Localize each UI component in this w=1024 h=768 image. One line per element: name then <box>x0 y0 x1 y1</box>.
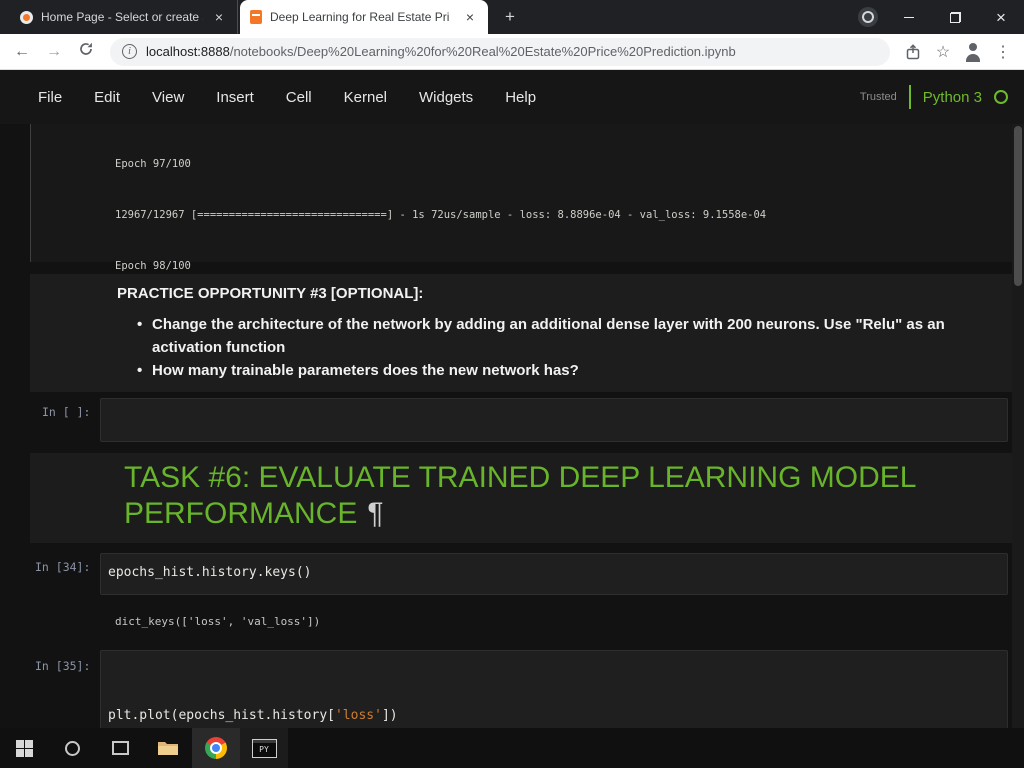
page-scrollbar[interactable] <box>1012 124 1024 728</box>
anchor-icon[interactable]: ¶ <box>367 497 383 530</box>
cell-prompt: In [ ]: <box>42 405 91 419</box>
cell-prompt: In [34]: <box>35 560 91 574</box>
terminal-label: PY <box>259 744 269 754</box>
menu-cell[interactable]: Cell <box>286 89 312 106</box>
share-icon <box>906 43 920 59</box>
folder-icon <box>158 742 178 755</box>
code-input[interactable] <box>100 398 1008 442</box>
practice-bullet: How many trainable parameters does the n… <box>137 359 967 382</box>
tab-title: Deep Learning for Real Estate Pri <box>270 10 450 24</box>
bookmark-button[interactable]: ☆ <box>928 42 958 62</box>
jupyter-header: File Edit View Insert Cell Kernel Widget… <box>0 70 1024 124</box>
kernel-divider <box>908 85 911 109</box>
menu-widgets[interactable]: Widgets <box>419 89 473 106</box>
screen: Home Page - Select or create a n × Deep … <box>0 0 1024 768</box>
browser-titlebar: Home Page - Select or create a n × Deep … <box>0 0 1024 34</box>
browser-toolbar: ← → i localhost:8888 /notebooks/Deep%20L… <box>0 34 1024 70</box>
code-line: plt.plot(epochs_hist.history['loss']) <box>108 708 398 723</box>
heading-text: TASK #6: EVALUATE TRAINED DEEP LEARNING … <box>124 461 916 530</box>
minimize-icon <box>904 16 914 18</box>
menu-view[interactable]: View <box>152 89 184 106</box>
trusted-badge: Trusted <box>859 91 897 103</box>
practice-title: PRACTICE OPPORTUNITY #3 [OPTIONAL]: <box>117 285 424 302</box>
close-button[interactable]: × <box>978 0 1024 34</box>
url-path: /notebooks/Deep%20Learning%20for%20Real%… <box>229 44 736 59</box>
refresh-icon <box>80 42 92 55</box>
windows-logo-icon <box>15 739 33 757</box>
notebook-area[interactable]: Epoch 97/100 12967/12967 [==============… <box>0 124 1024 728</box>
avatar-icon <box>963 42 983 62</box>
menu-edit[interactable]: Edit <box>94 89 120 106</box>
kernel-status-area: Trusted Python 3 <box>860 70 1008 124</box>
menu-help[interactable]: Help <box>505 89 536 106</box>
scrollbar-thumb[interactable] <box>1014 126 1022 286</box>
kernel-status-icon <box>994 90 1008 104</box>
terminal-taskbar-button[interactable]: PY <box>240 728 288 768</box>
string-literal: 'loss' <box>334 708 382 723</box>
training-output-cell[interactable]: Epoch 97/100 12967/12967 [==============… <box>30 124 1012 527</box>
code-input[interactable]: epochs_hist.history.keys() <box>100 553 1008 595</box>
menu-kernel[interactable]: Kernel <box>344 89 387 106</box>
kernel-name: Python 3 <box>922 88 982 106</box>
chrome-icon <box>205 737 227 759</box>
tab-close-icon[interactable]: × <box>462 10 478 24</box>
practice-bullet: Change the architecture of the network b… <box>137 313 967 359</box>
code-cell-35[interactable]: In [35]: plt.plot(epochs_hist.history['l… <box>30 648 1012 728</box>
search-button[interactable] <box>48 728 96 768</box>
code-cell-34[interactable]: In [34]: epochs_hist.history.keys() <box>30 551 1012 597</box>
file-explorer-button[interactable] <box>144 728 192 768</box>
empty-code-cell[interactable]: In [ ]: <box>30 398 1012 444</box>
chrome-taskbar-button[interactable] <box>192 728 240 768</box>
practice-markdown-cell[interactable]: PRACTICE OPPORTUNITY #3 [OPTIONAL]: Chan… <box>30 274 1012 392</box>
media-controls-button[interactable] <box>858 7 878 27</box>
code-lines: plt.plot(epochs_hist.history['loss']) pl… <box>101 651 1007 728</box>
menu-insert[interactable]: Insert <box>216 89 254 106</box>
restore-icon <box>949 11 961 23</box>
toolbar-actions: ☆ ⋮ <box>898 42 1018 62</box>
windows-taskbar: PY <box>0 728 1024 768</box>
output-line: 12967/12967 [===========================… <box>115 209 767 221</box>
code-input[interactable]: plt.plot(epochs_hist.history['loss']) pl… <box>100 650 1008 728</box>
jupyter-menubar: File Edit View Insert Cell Kernel Widget… <box>38 70 536 124</box>
search-icon <box>64 740 80 756</box>
tab-notebook[interactable]: Deep Learning for Real Estate Pri × <box>240 0 488 34</box>
profile-button[interactable] <box>958 42 988 62</box>
code-line: epochs_hist.history.keys() <box>108 565 312 580</box>
close-icon: × <box>996 7 1006 27</box>
forward-button[interactable]: → <box>38 43 70 61</box>
window-controls: × <box>886 0 1024 34</box>
url-host: localhost:8888 <box>146 44 230 59</box>
jupyter-notebook-favicon-icon <box>250 10 262 24</box>
menu-file[interactable]: File <box>38 89 62 106</box>
restore-button[interactable] <box>932 0 978 34</box>
site-info-icon[interactable]: i <box>122 44 137 59</box>
cell-prompt: In [35]: <box>35 659 91 673</box>
terminal-icon: PY <box>251 738 277 758</box>
address-bar[interactable]: i localhost:8888 /notebooks/Deep%20Learn… <box>110 37 890 66</box>
refresh-button[interactable] <box>70 41 102 62</box>
output-line: Epoch 98/100 <box>115 260 191 272</box>
task-view-button[interactable] <box>96 728 144 768</box>
new-tab-button[interactable]: + <box>498 5 522 29</box>
practice-bullet-list: Change the architecture of the network b… <box>137 313 967 382</box>
share-button[interactable] <box>898 43 928 60</box>
tab-close-icon[interactable]: × <box>211 10 227 24</box>
output-line: Epoch 97/100 <box>115 158 191 170</box>
task6-heading-cell[interactable]: TASK #6: EVALUATE TRAINED DEEP LEARNING … <box>30 453 1012 543</box>
cell-34-output: dict_keys(['loss', 'val_loss']) <box>115 615 321 628</box>
browser-menu-button[interactable]: ⋮ <box>988 42 1018 62</box>
task-view-icon <box>108 738 130 756</box>
back-button[interactable]: ← <box>6 43 38 61</box>
task6-heading: TASK #6: EVALUATE TRAINED DEEP LEARNING … <box>124 460 1004 532</box>
tab-title: Home Page - Select or create a n <box>41 10 203 24</box>
jupyter-home-favicon-icon <box>20 10 33 24</box>
minimize-button[interactable] <box>886 0 932 34</box>
tab-home-page[interactable]: Home Page - Select or create a n × <box>10 0 238 34</box>
start-button[interactable] <box>0 728 48 768</box>
